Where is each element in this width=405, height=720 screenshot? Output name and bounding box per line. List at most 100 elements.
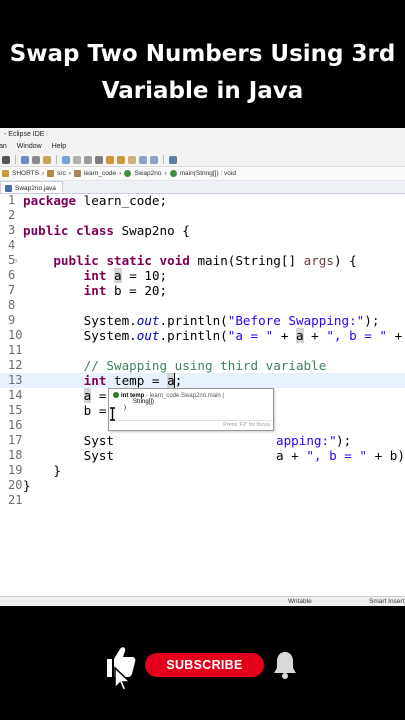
status-writable: Writable — [288, 598, 312, 605]
headline-line-1: Swap Two Numbers Using 3rd — [9, 41, 396, 67]
toolbar-separator — [163, 155, 164, 164]
eclipse-ide-window: - Eclipse IDE an Window Help SHORTS › sr… — [0, 128, 405, 606]
line-number: 11 — [8, 343, 23, 357]
mark-occurrences-icon[interactable] — [62, 155, 70, 164]
code-text: + — [273, 328, 296, 343]
debug-icon[interactable] — [2, 155, 10, 164]
code-text: System. — [83, 313, 137, 328]
string-literal: ", b = " — [306, 448, 368, 463]
last-edit-icon[interactable] — [128, 155, 136, 164]
code-text: ); — [336, 433, 352, 448]
line-number: 4 — [8, 238, 16, 252]
string-literal: "Before Swapping:" — [227, 313, 365, 328]
code-line: 2 — [0, 208, 405, 223]
window-title: - Eclipse IDE — [0, 128, 405, 141]
code-text: Swap2no { — [114, 223, 190, 238]
back-icon[interactable] — [139, 155, 147, 164]
open-icon[interactable] — [32, 155, 40, 164]
code-text: } — [53, 463, 61, 478]
chevron-right-icon: › — [164, 170, 167, 177]
line-number: 12 — [8, 358, 23, 372]
string-literal: ", b = " — [326, 328, 388, 343]
method-icon — [169, 170, 177, 177]
chevron-right-icon: › — [119, 170, 122, 177]
toolbar-separator — [56, 155, 57, 164]
comment: // Swapping using third variable — [83, 358, 327, 373]
line-number: 3 — [8, 223, 16, 237]
code-line: 1 package learn_code; — [0, 193, 405, 208]
breadcrumb: SHORTS › src › learn_code › Swap2no › ma… — [0, 167, 405, 181]
code-tail: a + ", b = " + b); — [276, 448, 405, 463]
pilcrow-icon[interactable] — [84, 155, 92, 164]
keyword: int — [83, 268, 107, 283]
annotation-prev-icon[interactable] — [117, 155, 125, 164]
subscribe-button[interactable]: SUBSCRIBE — [145, 653, 264, 677]
breadcrumb-package[interactable]: learn_code — [84, 170, 116, 177]
code-text: .println( — [159, 313, 228, 328]
main-toolbar — [0, 153, 405, 167]
breadcrumb-class[interactable]: Swap2no — [134, 170, 161, 177]
code-text: + — [303, 328, 327, 343]
new-icon[interactable] — [21, 155, 29, 164]
line-number: 16 — [8, 418, 23, 432]
breadcrumb-project[interactable]: SHORTS — [12, 170, 39, 177]
hover-tooltip: int temp - learn_code.Swap2no.main ( Str… — [108, 388, 274, 431]
tooltip-owner-close: ) — [124, 405, 126, 411]
keyword: class — [76, 223, 115, 238]
line-number: 8 — [8, 298, 16, 312]
static-field: out — [136, 313, 160, 328]
keyword: void — [159, 253, 190, 268]
line-number: 6 — [8, 268, 16, 282]
line-number: 13 — [8, 373, 23, 387]
code-line: 21 — [0, 493, 405, 508]
code-line: 10 System.out.println("a = " + a + ", b … — [0, 328, 405, 343]
tooltip-divider — [109, 420, 273, 421]
forward-icon[interactable] — [150, 155, 158, 164]
local-variable-icon — [113, 392, 119, 398]
line-number: 14 — [8, 388, 23, 402]
breadcrumb-method[interactable]: main(String[]) : void — [180, 170, 236, 177]
toggle-icon[interactable] — [73, 155, 81, 164]
static-field: out — [136, 328, 160, 343]
line-number: 20 — [8, 478, 23, 492]
tooltip-owner: learn_code.Swap2no.main ( — [149, 393, 225, 399]
tooltip-signature-row: int temp - learn_code.Swap2no.main ( — [113, 392, 269, 399]
menu-item-run[interactable]: an — [0, 143, 7, 153]
parameter: args — [303, 253, 334, 268]
bell-icon[interactable] — [272, 650, 298, 680]
code-text: ) { — [333, 253, 357, 268]
override-marker-icon: ⊖ — [13, 257, 18, 265]
code-text: ); — [364, 313, 380, 328]
tab-swap2no-java[interactable]: Swap2no.java — [0, 181, 63, 193]
keyword: public — [23, 223, 69, 238]
keyword: public — [53, 253, 99, 268]
block-selection-icon[interactable] — [95, 155, 103, 164]
menu-item-window[interactable]: Window — [17, 143, 42, 153]
code-text: a + — [276, 448, 307, 463]
string-literal: apping:" — [276, 433, 337, 448]
keyword: int — [83, 283, 107, 298]
string-literal: "a = " — [227, 328, 274, 343]
code-line: 19 } — [0, 463, 405, 478]
line-number: 9 — [8, 313, 16, 327]
code-text: = 10; — [121, 268, 168, 283]
breadcrumb-src[interactable]: src — [57, 170, 66, 177]
code-line: 7 int b = 20; — [0, 283, 405, 298]
code-line: 18 Syst a + ", b = " + b); — [0, 448, 405, 463]
code-text: learn_code; — [76, 193, 168, 208]
code-text: + b); — [394, 328, 403, 343]
annotation-next-icon[interactable] — [106, 155, 114, 164]
code-line: 17 Syst apping:"); — [0, 433, 405, 448]
line-number: 1 — [8, 193, 16, 207]
open-perspective-icon[interactable] — [169, 155, 177, 164]
code-text: } — [23, 478, 31, 493]
like-icon[interactable] — [102, 644, 138, 690]
text-cursor-icon — [110, 407, 115, 421]
line-number: 7 — [8, 283, 16, 297]
menu-item-help[interactable]: Help — [52, 143, 66, 153]
code-line: 3 public class Swap2no { — [0, 223, 405, 238]
code-text: main(String[] — [189, 253, 304, 268]
build-icon[interactable] — [43, 155, 51, 164]
status-insert-mode: Smart Insert — [369, 598, 405, 605]
tooltip-footer: Press 'F2' for focus — [223, 422, 270, 428]
